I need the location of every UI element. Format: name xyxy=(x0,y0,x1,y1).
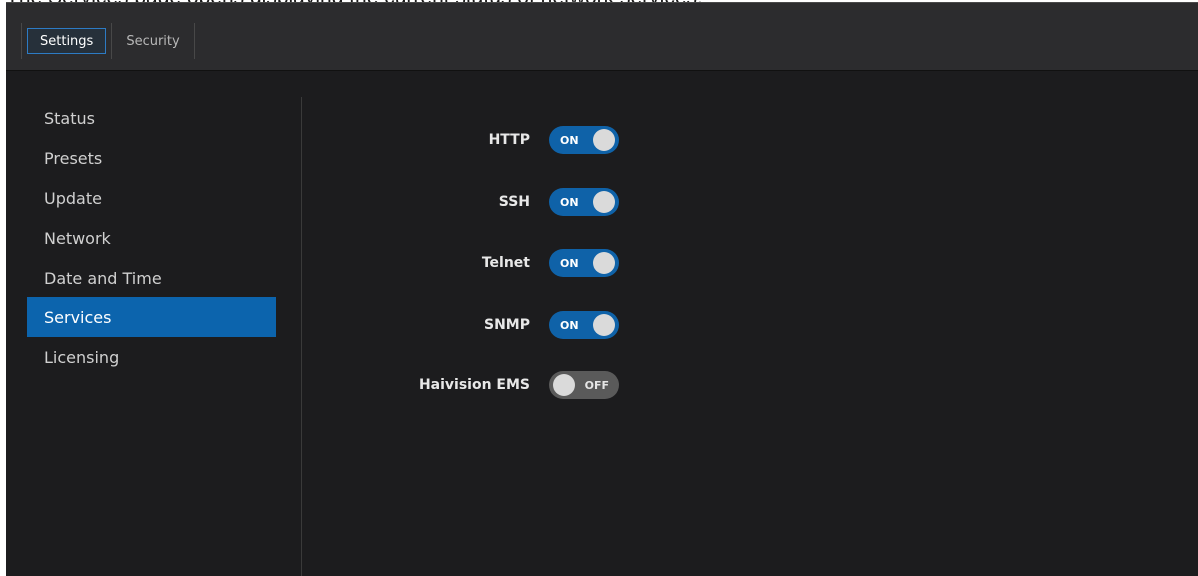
toggle-state-label: OFF xyxy=(584,378,609,392)
sidebar-item-label: Date and Time xyxy=(44,268,162,288)
sidebar-item-label: Network xyxy=(44,228,111,248)
ssh-toggle[interactable]: ON xyxy=(549,188,619,216)
sidebar-item-status[interactable]: Status xyxy=(27,98,276,138)
service-row-snmp: SNMP ON xyxy=(302,310,1198,340)
toggle-state-label: ON xyxy=(560,195,579,209)
sidebar-item-label: Services xyxy=(44,307,112,327)
sidebar-item-date-and-time[interactable]: Date and Time xyxy=(27,258,276,298)
sidebar-item-label: Licensing xyxy=(44,347,120,367)
service-label: HTTP xyxy=(488,132,530,148)
toggle-state-label: ON xyxy=(560,133,579,147)
sidebar-item-services[interactable]: Services xyxy=(27,297,276,337)
tab-settings-label: Settings xyxy=(40,33,94,49)
toggle-knob xyxy=(593,191,615,213)
telnet-toggle[interactable]: ON xyxy=(549,249,619,277)
haivision-ems-toggle[interactable]: OFF xyxy=(549,371,619,399)
services-panel: HTTP ON SSH ON Telnet ON SNMP ON Haivisi… xyxy=(302,71,1198,576)
toggle-state-label: ON xyxy=(560,256,579,270)
sidebar-item-label: Status xyxy=(44,108,95,128)
service-row-haivision-ems: Haivision EMS OFF xyxy=(302,370,1198,400)
service-row-ssh: SSH ON xyxy=(302,187,1198,217)
http-toggle[interactable]: ON xyxy=(549,126,619,154)
tab-group: Settings Security xyxy=(21,23,195,59)
service-label: SNMP xyxy=(484,317,530,333)
toggle-knob xyxy=(593,129,615,151)
toggle-knob xyxy=(553,374,575,396)
service-row-telnet: Telnet ON xyxy=(302,248,1198,278)
toggle-knob xyxy=(593,252,615,274)
tab-security[interactable]: Security xyxy=(112,23,195,59)
sidebar: Status Presets Update Network Date and T… xyxy=(6,71,302,576)
sidebar-item-label: Presets xyxy=(44,148,103,168)
sidebar-item-presets[interactable]: Presets xyxy=(27,138,276,178)
service-label: SSH xyxy=(498,194,530,210)
sidebar-item-network[interactable]: Network xyxy=(27,218,276,258)
top-nav-bar: Settings Security xyxy=(6,3,1198,71)
service-label: Haivision EMS xyxy=(418,377,530,393)
toggle-knob xyxy=(593,314,615,336)
sidebar-item-label: Update xyxy=(44,188,102,208)
service-row-http: HTTP ON xyxy=(302,125,1198,155)
sidebar-item-licensing[interactable]: Licensing xyxy=(27,337,276,377)
sidebar-item-update[interactable]: Update xyxy=(27,178,276,218)
toggle-state-label: ON xyxy=(560,318,579,332)
snmp-toggle[interactable]: ON xyxy=(549,311,619,339)
service-label: Telnet xyxy=(481,255,530,271)
tab-security-label: Security xyxy=(126,33,180,49)
app-window: Settings Security Status Presets Update … xyxy=(6,2,1198,576)
tab-settings[interactable]: Settings xyxy=(21,23,113,59)
